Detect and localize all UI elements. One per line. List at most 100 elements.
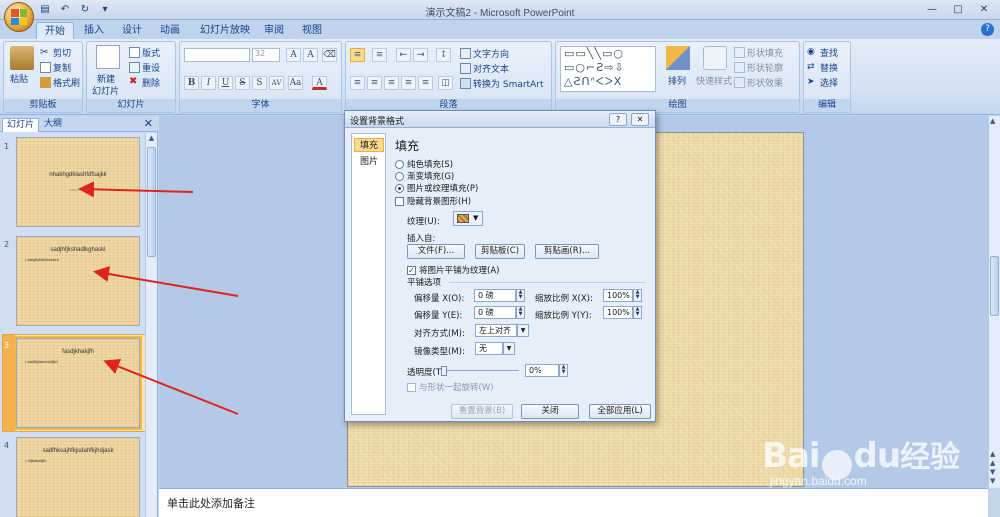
picture-fill-option[interactable]: 图片或纹理填充(P) bbox=[395, 182, 478, 194]
transparency-spinner[interactable]: ▲ ▼ bbox=[559, 364, 568, 377]
clear-format-button[interactable]: ⌫ bbox=[322, 48, 337, 62]
texture-picker[interactable]: ▼ bbox=[453, 211, 483, 226]
slide-thumbnail-1[interactable]: nhakhgdklashfdfsajkk fasfdsafdsaf bbox=[16, 137, 140, 227]
office-button[interactable] bbox=[4, 2, 34, 32]
offset-y-input[interactable]: 0 磅 bbox=[474, 306, 516, 319]
slide-thumbnail-4[interactable]: sadfhksajhfkjsdahfkjhdjask • nfjkasndjfh bbox=[16, 437, 140, 517]
align-text-button[interactable]: 对齐文本 bbox=[460, 62, 509, 75]
layout-button[interactable]: 版式 bbox=[129, 46, 160, 59]
shape-fill-button[interactable]: 形状填充 bbox=[734, 46, 783, 59]
hide-background-graphics[interactable]: 隐藏背景图形(H) bbox=[395, 195, 471, 207]
tile-as-texture-option[interactable]: ✓ 将图片平铺为纹理(A) bbox=[407, 264, 499, 276]
justify-button[interactable]: ≡ bbox=[401, 76, 416, 90]
smartart-button[interactable]: 转换为 SmartArt bbox=[460, 77, 543, 90]
apply-to-all-button[interactable]: 全部应用(L) bbox=[589, 404, 651, 419]
numbering-button[interactable]: ≡ bbox=[372, 48, 387, 62]
font-name-input[interactable] bbox=[184, 48, 250, 62]
format-painter-button[interactable]: 格式刷 bbox=[40, 76, 80, 89]
align-right-button[interactable]: ≡ bbox=[384, 76, 399, 90]
slide-thumbnail-3[interactable]: fasdjkhakjfh • sadfkjlasnvsdfjkh bbox=[14, 336, 142, 430]
main-scroll-thumb[interactable] bbox=[990, 256, 999, 316]
select-button[interactable]: ➤ 选择 bbox=[807, 76, 838, 89]
scroll-up-icon[interactable]: ▲ bbox=[990, 117, 995, 125]
decrease-indent-button[interactable]: ⇤ bbox=[396, 48, 411, 62]
strikethrough-button[interactable]: S bbox=[235, 76, 250, 90]
offset-x-input[interactable]: 0 磅 bbox=[474, 289, 516, 302]
change-case-button[interactable]: Aa bbox=[288, 76, 303, 90]
category-fill[interactable]: 填充 bbox=[354, 138, 384, 152]
insert-file-button[interactable]: 文件(F)... bbox=[407, 244, 465, 259]
checkbox[interactable] bbox=[407, 382, 416, 392]
close-icon[interactable]: ✕ bbox=[144, 117, 153, 130]
insert-clipboard-button[interactable]: 剪贴板(C) bbox=[475, 244, 525, 259]
tab-slideshow[interactable]: 幻灯片放映 bbox=[192, 22, 258, 39]
columns-button[interactable]: ◫ bbox=[438, 76, 453, 90]
reset-button[interactable]: 重设 bbox=[129, 61, 160, 74]
panel-scrollbar[interactable]: ▲ bbox=[145, 133, 157, 517]
scale-y-spinner[interactable]: ▲ ▼ bbox=[633, 306, 642, 319]
help-icon[interactable]: ? bbox=[981, 23, 994, 36]
chevron-down-icon[interactable]: ▼ bbox=[503, 342, 515, 355]
distribute-button[interactable]: ≡ bbox=[418, 76, 433, 90]
insert-clipart-button[interactable]: 剪贴画(R)... bbox=[535, 244, 599, 259]
tab-review[interactable]: 审阅 bbox=[256, 22, 292, 39]
italic-button[interactable]: I bbox=[201, 76, 216, 90]
underline-button[interactable]: U bbox=[218, 76, 233, 90]
copy-button[interactable]: 复制 bbox=[40, 61, 71, 74]
bullets-button[interactable]: ≡ bbox=[350, 48, 365, 62]
scale-y-input[interactable]: 100% bbox=[603, 306, 633, 319]
mirror-type-select[interactable]: 无 bbox=[475, 342, 503, 355]
minimize-button[interactable]: — bbox=[920, 1, 944, 17]
reset-background-button[interactable]: 重置背景(B) bbox=[451, 404, 513, 419]
notes-pane[interactable]: 单击此处添加备注 bbox=[159, 488, 988, 517]
chevron-down-icon[interactable]: ▼ bbox=[517, 324, 529, 337]
arrange-button[interactable]: 排列 bbox=[668, 74, 686, 87]
font-color-button[interactable]: A bbox=[312, 76, 327, 90]
tab-view[interactable]: 视图 bbox=[294, 22, 330, 39]
tab-home[interactable]: 开始 bbox=[36, 22, 74, 39]
align-left-button[interactable]: ≡ bbox=[350, 76, 365, 90]
scroll-up-icon[interactable]: ▲ bbox=[147, 134, 156, 146]
radio-selected[interactable] bbox=[395, 183, 404, 193]
grow-font-button[interactable]: A bbox=[286, 48, 301, 62]
tab-animations[interactable]: 动画 bbox=[152, 22, 188, 39]
dialog-help-button[interactable]: ? bbox=[609, 113, 627, 126]
scale-x-spinner[interactable]: ▲ ▼ bbox=[633, 289, 642, 302]
shadow-button[interactable]: S bbox=[252, 76, 267, 90]
gradient-fill-option[interactable]: 渐变填充(G) bbox=[395, 170, 454, 182]
dialog-close-button[interactable]: ✕ bbox=[631, 113, 649, 126]
solid-fill-option[interactable]: 纯色填充(S) bbox=[395, 158, 453, 170]
increase-indent-button[interactable]: ⇥ bbox=[413, 48, 428, 62]
tab-slides[interactable]: 幻灯片 bbox=[2, 118, 40, 132]
align-center-button[interactable]: ≡ bbox=[367, 76, 382, 90]
offset-x-spinner[interactable]: ▲ ▼ bbox=[516, 289, 525, 302]
alignment-select[interactable]: 左上对齐 bbox=[475, 324, 517, 337]
quick-styles-button[interactable]: 快速样式 bbox=[696, 74, 732, 87]
shape-effects-button[interactable]: 形状效果 bbox=[734, 76, 783, 89]
char-spacing-button[interactable]: AV bbox=[269, 76, 284, 90]
checkbox[interactable] bbox=[395, 196, 404, 206]
transparency-slider[interactable] bbox=[441, 366, 519, 376]
cut-button[interactable]: ✂ 剪切 bbox=[40, 46, 71, 59]
tab-design[interactable]: 设计 bbox=[114, 22, 150, 39]
maximize-button[interactable]: □ bbox=[946, 1, 970, 17]
transparency-input[interactable]: 0% bbox=[525, 364, 559, 377]
prev-slide-icon[interactable]: ▲ ▲ bbox=[990, 450, 995, 468]
shapes-gallery[interactable]: ▭▭╲╲▭○ ▭○⌐Ƨ⇨⇩ △ƧᑎᐢᐸᐳⅩ bbox=[560, 46, 656, 92]
shrink-font-button[interactable]: A bbox=[303, 48, 318, 62]
paste-button[interactable]: 粘贴 bbox=[10, 72, 28, 85]
delete-button[interactable]: ✖ 删除 bbox=[129, 76, 160, 90]
offset-y-spinner[interactable]: ▲ ▼ bbox=[516, 306, 525, 319]
dialog-close-btn[interactable]: 关闭 bbox=[521, 404, 579, 419]
category-picture[interactable]: 图片 bbox=[354, 155, 384, 169]
find-button[interactable]: ◉ 查找 bbox=[807, 46, 838, 59]
panel-scroll-thumb[interactable] bbox=[147, 147, 156, 257]
replace-button[interactable]: ⇄ 替换 bbox=[807, 61, 838, 74]
slider-thumb[interactable] bbox=[441, 366, 447, 376]
line-spacing-button[interactable]: ↕ bbox=[436, 48, 451, 62]
close-button[interactable]: ✕ bbox=[972, 1, 996, 17]
font-size-input[interactable]: 32 bbox=[252, 48, 280, 62]
tab-outline[interactable]: 大纲 bbox=[40, 118, 66, 132]
bold-button[interactable]: B bbox=[184, 76, 199, 90]
new-slide-label-2[interactable]: 幻灯片 bbox=[92, 84, 119, 97]
